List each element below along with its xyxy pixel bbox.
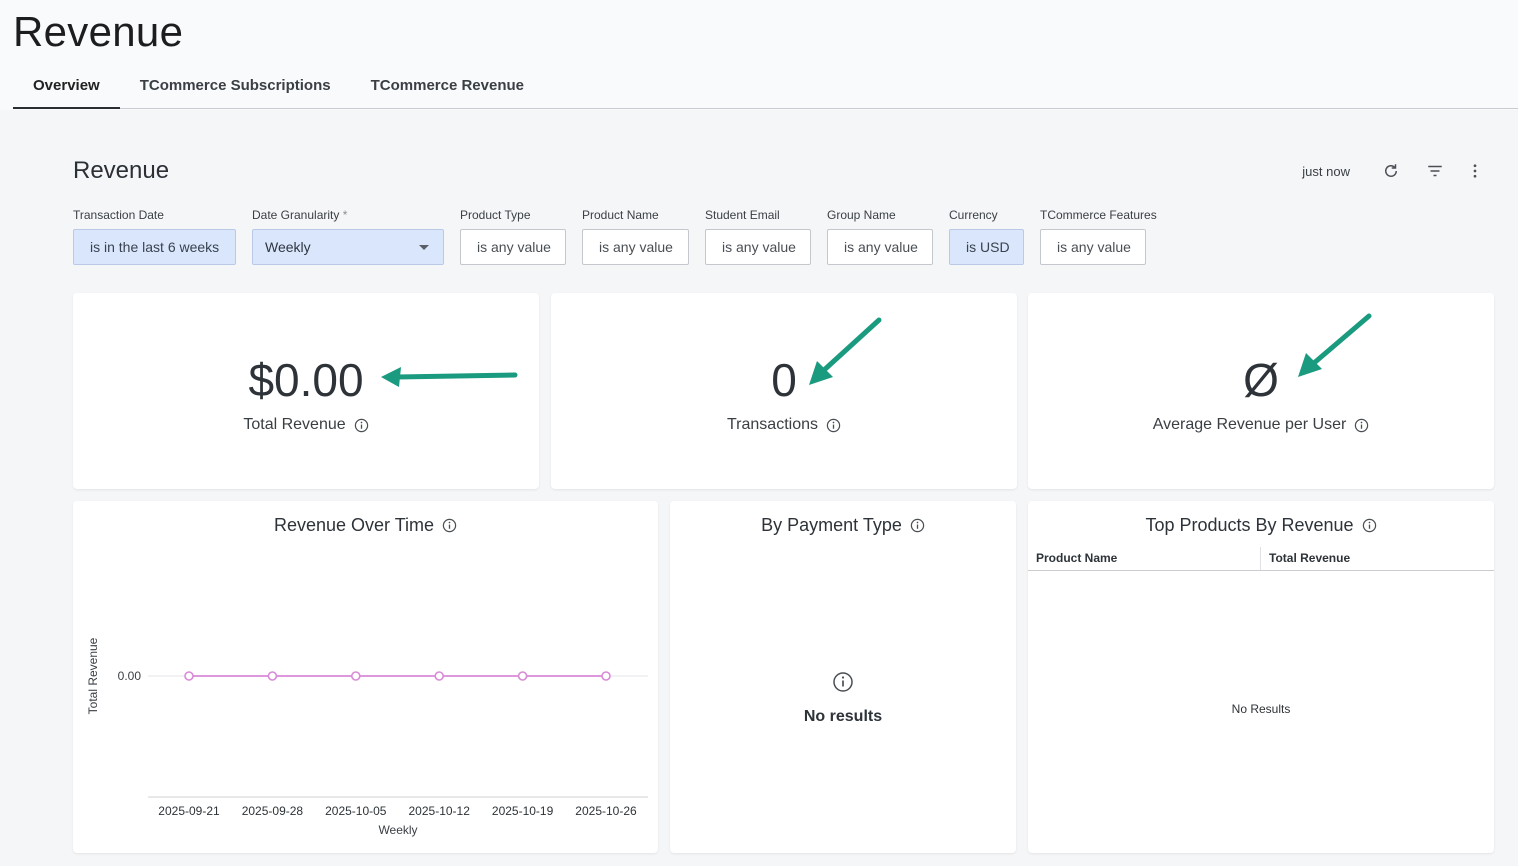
- table-header: Product Name Total Revenue: [1028, 547, 1494, 571]
- more-vert-icon[interactable]: [1462, 158, 1488, 184]
- no-results-text: No results: [803, 708, 883, 725]
- tab-tcommerce-subscriptions[interactable]: TCommerce Subscriptions: [120, 62, 351, 109]
- kpi-value: Ø: [1243, 354, 1279, 406]
- info-icon[interactable]: [826, 418, 841, 433]
- info-icon[interactable]: [910, 518, 925, 533]
- tab-tcommerce-revenue[interactable]: TCommerce Revenue: [351, 62, 544, 109]
- filter-group-name: Group Name is any value: [827, 208, 933, 265]
- filter-student-email-value[interactable]: is any value: [705, 229, 811, 265]
- x-tick-label: 2025-10-05: [325, 804, 387, 818]
- column-header-product-name[interactable]: Product Name: [1028, 547, 1261, 570]
- kpi-label: Average Revenue per User: [1028, 416, 1494, 434]
- x-tick-label: 2025-10-19: [492, 804, 554, 818]
- info-icon[interactable]: [1354, 418, 1369, 433]
- x-tick-label: 2025-09-21: [158, 804, 220, 818]
- date-granularity-select[interactable]: Weekly: [252, 229, 444, 265]
- filter-currency-value[interactable]: is USD: [949, 229, 1024, 265]
- last-updated-text: just now: [1302, 163, 1350, 179]
- x-tick-label: 2025-09-28: [242, 804, 304, 818]
- data-point: [267, 671, 278, 681]
- filter-icon[interactable]: [1422, 158, 1448, 184]
- data-point: [184, 671, 194, 681]
- filter-group-name-value[interactable]: is any value: [827, 229, 933, 265]
- x-tick-label: 2025-10-12: [409, 804, 471, 818]
- info-icon: [833, 672, 853, 692]
- kpi-total-revenue: $0.00 Total Revenue: [73, 293, 539, 489]
- filter-date-granularity: Date Granularity * Weekly: [252, 208, 444, 265]
- filter-tcommerce-features: TCommerce Features is any value: [1040, 208, 1157, 265]
- x-tick-label: 2025-10-26: [575, 804, 637, 818]
- dashboard-title: Revenue: [73, 157, 170, 184]
- kpi-average-revenue-per-user: Ø Average Revenue per User: [1028, 293, 1494, 489]
- no-results-text: No Results: [1231, 702, 1291, 716]
- filter-label: Date Granularity *: [252, 208, 348, 222]
- y-axis-label: Total Revenue: [86, 637, 100, 714]
- tab-overview[interactable]: Overview: [13, 62, 120, 109]
- data-point: [350, 671, 361, 681]
- data-point: [601, 671, 611, 681]
- tile-title: Top Products By Revenue: [1028, 515, 1494, 536]
- tile-revenue-over-time: Revenue Over Time 0.00 Total Revenue 2025-…: [73, 501, 658, 853]
- filter-product-type-value[interactable]: is any value: [460, 229, 566, 265]
- kpi-label: Total Revenue: [73, 416, 539, 434]
- column-header-total-revenue[interactable]: Total Revenue: [1261, 547, 1350, 570]
- page-title: Revenue: [13, 8, 184, 55]
- info-icon[interactable]: [354, 418, 369, 433]
- select-value: Weekly: [265, 239, 311, 255]
- kpi-label: Transactions: [551, 416, 1017, 434]
- chevron-down-icon: [419, 244, 429, 250]
- revenue-line-chart[interactable]: 0.00 Total Revenue 2025-09-21 2025-09-28 202…: [73, 501, 658, 853]
- y-tick-label: 0.00: [118, 669, 142, 683]
- filter-product-name: Product Name is any value: [582, 208, 689, 265]
- filter-label: Currency: [949, 208, 998, 222]
- info-icon[interactable]: [1362, 518, 1377, 533]
- filter-student-email: Student Email is any value: [705, 208, 811, 265]
- x-axis-label: Weekly: [378, 823, 417, 837]
- annotation-arrow-icon: [809, 317, 882, 385]
- tab-bar: Overview TCommerce Subscriptions TCommer…: [13, 62, 1518, 109]
- kpi-transactions: 0 Transactions: [551, 293, 1017, 489]
- filter-label: Transaction Date: [73, 208, 164, 222]
- tile-title: By Payment Type: [670, 515, 1016, 536]
- filter-label: Product Name: [582, 208, 659, 222]
- tile-by-payment-type: By Payment Type No results: [670, 501, 1016, 853]
- dashboard-actions: just now: [1302, 158, 1488, 184]
- filter-product-name-value[interactable]: is any value: [582, 229, 689, 265]
- tile-top-products: Top Products By Revenue Product Name Tot…: [1028, 501, 1494, 853]
- refresh-icon[interactable]: [1378, 158, 1404, 184]
- data-point: [434, 671, 445, 681]
- kpi-value: 0: [771, 354, 797, 406]
- data-point: [517, 671, 528, 681]
- annotation-arrow-icon: [1298, 313, 1372, 377]
- filter-transaction-date-value[interactable]: is in the last 6 weeks: [73, 229, 236, 265]
- filter-product-type: Product Type is any value: [460, 208, 566, 265]
- filter-label: Group Name: [827, 208, 896, 222]
- page-header: Revenue Overview TCommerce Subscriptions…: [0, 0, 1518, 110]
- required-mark: *: [342, 208, 348, 222]
- filter-label: Student Email: [705, 208, 780, 222]
- filter-tcommerce-features-value[interactable]: is any value: [1040, 229, 1146, 265]
- filter-currency: Currency is USD: [949, 208, 1024, 265]
- filter-transaction-date: Transaction Date is in the last 6 weeks: [73, 208, 236, 265]
- filter-label: Product Type: [460, 208, 531, 222]
- filter-label: TCommerce Features: [1040, 208, 1157, 222]
- annotation-arrow-icon: [381, 367, 518, 387]
